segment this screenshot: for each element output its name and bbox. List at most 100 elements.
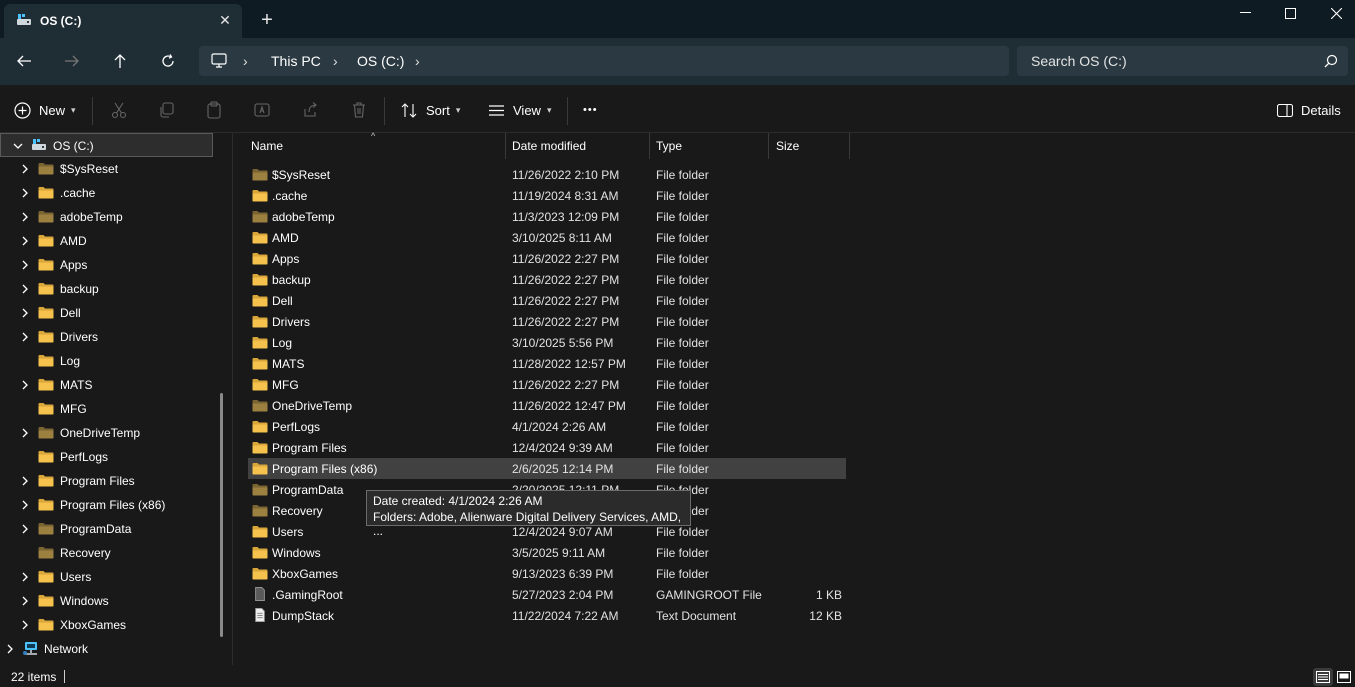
file-row[interactable]: Log 3/10/2025 5:56 PM File folder xyxy=(248,332,846,353)
column-header-size[interactable]: Size xyxy=(769,133,849,159)
nav-item[interactable]: AMD xyxy=(0,229,214,253)
tiles-view-button[interactable] xyxy=(1334,668,1354,686)
column-divider[interactable] xyxy=(849,133,850,159)
forward-button[interactable] xyxy=(58,48,86,74)
more-options-button[interactable]: ••• xyxy=(583,97,598,123)
file-row[interactable]: $SysReset 11/26/2022 2:10 PM File folder xyxy=(248,164,846,185)
folder-icon xyxy=(252,526,268,538)
paste-icon[interactable] xyxy=(205,101,223,119)
chevron-right-icon[interactable] xyxy=(19,283,31,295)
chevron-right-icon[interactable] xyxy=(19,307,31,319)
file-row[interactable]: MATS 11/28/2022 12:57 PM File folder xyxy=(248,353,846,374)
column-header-name[interactable]: ^ Name xyxy=(233,131,505,159)
nav-item[interactable]: $SysReset xyxy=(0,157,214,181)
share-icon[interactable] xyxy=(301,101,319,119)
nav-item[interactable]: Dell xyxy=(0,301,214,325)
nav-item-network[interactable]: Network xyxy=(0,637,214,661)
back-button[interactable] xyxy=(10,48,38,74)
nav-item[interactable]: PerfLogs xyxy=(0,445,214,469)
tab-os-c[interactable]: OS (C:) ✕ xyxy=(4,4,242,38)
up-button[interactable] xyxy=(106,48,134,74)
file-row[interactable]: Program Files (x86) 2/6/2025 12:14 PM File… xyxy=(248,458,846,479)
copy-icon[interactable] xyxy=(158,101,176,119)
nav-item[interactable]: Windows xyxy=(0,589,214,613)
column-header-type[interactable]: Type xyxy=(650,133,768,159)
chevron-down-icon[interactable] xyxy=(12,140,24,152)
breadcrumb-os-c[interactable]: OS (C:) xyxy=(357,53,404,69)
nav-item[interactable]: Drivers xyxy=(0,325,214,349)
chevron-right-icon[interactable] xyxy=(19,427,31,439)
folder-icon xyxy=(252,232,268,244)
chevron-right-icon[interactable] xyxy=(19,379,31,391)
search-input[interactable]: Search OS (C:) xyxy=(1031,53,1127,69)
folder-icon xyxy=(252,295,268,307)
new-button[interactable]: New ▾ xyxy=(14,97,76,123)
nav-item[interactable]: XboxGames xyxy=(0,613,214,637)
address-bar[interactable]: › This PC › OS (C:) › xyxy=(199,46,1009,76)
file-row[interactable]: .GamingRoot 5/27/2023 2:04 PM GAMINGROOT F… xyxy=(248,584,846,605)
nav-item[interactable]: MFG xyxy=(0,397,214,421)
nav-item[interactable]: .cache xyxy=(0,181,214,205)
chevron-right-icon[interactable] xyxy=(19,331,31,343)
details-button[interactable]: Details xyxy=(1277,97,1341,123)
chevron-right-icon[interactable] xyxy=(19,163,31,175)
chevron-right-icon[interactable] xyxy=(19,211,31,223)
refresh-button[interactable] xyxy=(154,48,182,74)
sort-button[interactable]: Sort ▾ xyxy=(401,97,460,123)
file-row[interactable]: AMD 3/10/2025 8:11 AM File folder xyxy=(248,227,846,248)
file-row[interactable]: Program Files 12/4/2024 9:39 AM File folde… xyxy=(248,437,846,458)
chevron-right-icon[interactable] xyxy=(19,187,31,199)
cut-icon[interactable] xyxy=(110,101,128,119)
column-header-date-modified[interactable]: Date modified xyxy=(506,133,649,159)
file-row[interactable]: OneDriveTemp 11/26/2022 12:47 PM File fold… xyxy=(248,395,846,416)
file-row[interactable]: adobeTemp 11/3/2023 12:09 PM File folder xyxy=(248,206,846,227)
file-row[interactable]: .cache 11/19/2024 8:31 AM File folder xyxy=(248,185,846,206)
file-row[interactable]: Windows 3/5/2025 9:11 AM File folder xyxy=(248,542,846,563)
nav-item[interactable]: Recovery xyxy=(0,541,214,565)
file-row[interactable]: Apps 11/26/2022 2:27 PM File folder xyxy=(248,248,846,269)
file-row[interactable]: Dell 11/26/2022 2:27 PM File folder xyxy=(248,290,846,311)
minimize-button[interactable] xyxy=(1222,0,1268,26)
file-row[interactable]: MFG 11/26/2022 2:27 PM File folder xyxy=(248,374,846,395)
chevron-right-icon[interactable] xyxy=(19,619,31,631)
chevron-right-icon[interactable] xyxy=(19,499,31,511)
column-header-label: Date modified xyxy=(512,139,587,153)
nav-item[interactable]: MATS xyxy=(0,373,214,397)
chevron-right-icon[interactable] xyxy=(4,643,16,655)
file-row[interactable]: backup 11/26/2022 2:27 PM File folder xyxy=(248,269,846,290)
file-row[interactable]: XboxGames 9/13/2023 6:39 PM File folder xyxy=(248,563,846,584)
chevron-right-icon[interactable] xyxy=(19,523,31,535)
nav-item[interactable]: backup xyxy=(0,277,214,301)
delete-icon[interactable] xyxy=(350,101,368,119)
chevron-right-icon[interactable]: › xyxy=(415,53,420,69)
nav-item[interactable]: OneDriveTemp xyxy=(0,421,214,445)
chevron-down-icon: ▾ xyxy=(455,104,461,115)
file-row[interactable]: DumpStack 11/22/2024 7:22 AM Text Document… xyxy=(248,605,846,626)
details-view-button[interactable] xyxy=(1313,668,1333,686)
file-row[interactable]: PerfLogs 4/1/2024 2:26 AM File folder xyxy=(248,416,846,437)
view-button[interactable]: View ▾ xyxy=(488,97,551,123)
chevron-right-icon[interactable] xyxy=(19,595,31,607)
nav-item[interactable]: Users xyxy=(0,565,214,589)
chevron-right-icon[interactable] xyxy=(19,235,31,247)
nav-item-os-c[interactable]: OS (C:) xyxy=(0,133,213,157)
scrollbar[interactable] xyxy=(220,393,223,637)
nav-item[interactable]: adobeTemp xyxy=(0,205,214,229)
new-tab-button[interactable]: + xyxy=(256,10,278,32)
nav-item[interactable]: Apps xyxy=(0,253,214,277)
nav-item-label: Program Files (x86) xyxy=(60,498,166,512)
chevron-right-icon[interactable] xyxy=(19,259,31,271)
chevron-right-icon[interactable] xyxy=(19,475,31,487)
rename-icon[interactable] xyxy=(253,101,271,119)
breadcrumb-this-pc[interactable]: This PC xyxy=(271,53,321,69)
search-box[interactable]: Search OS (C:) xyxy=(1017,46,1348,76)
nav-item[interactable]: Log xyxy=(0,349,214,373)
nav-item[interactable]: Program Files xyxy=(0,469,214,493)
file-row[interactable]: Drivers 11/26/2022 2:27 PM File folder xyxy=(248,311,846,332)
nav-item[interactable]: ProgramData xyxy=(0,517,214,541)
close-button[interactable] xyxy=(1313,0,1355,26)
nav-item[interactable]: Program Files (x86) xyxy=(0,493,214,517)
maximize-button[interactable] xyxy=(1267,0,1313,26)
chevron-right-icon[interactable] xyxy=(19,571,31,583)
tab-close-button[interactable]: ✕ xyxy=(215,10,235,30)
